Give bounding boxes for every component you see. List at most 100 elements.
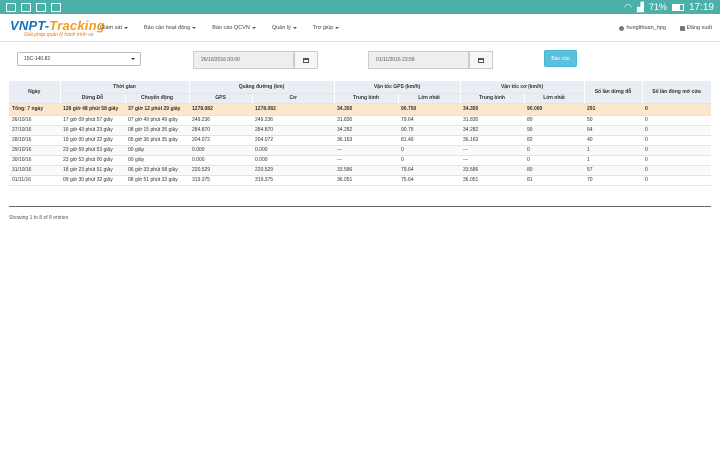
- logo-text: VNPT-: [10, 18, 50, 33]
- table-row: 29/10/16 23 giờ 59 phút 53 giây 00 giây 0.0…: [9, 145, 712, 156]
- table-cell: ---: [334, 155, 399, 166]
- table-cell: 90.750: [398, 103, 461, 116]
- table-cell: 82: [524, 135, 585, 146]
- table-cell: 31/10/16: [9, 165, 60, 176]
- menu-help[interactable]: Trợ giúp: [313, 25, 340, 31]
- table-cell: 34.350: [334, 103, 399, 116]
- table-cell: 01/11/16: [9, 175, 60, 186]
- col-gps-avg[interactable]: Trung bình: [334, 93, 399, 104]
- table-cell: 0: [642, 103, 712, 116]
- table-cell: 00 giây: [125, 145, 190, 156]
- menu-qcvn-report[interactable]: Báo cáo QCVN: [212, 25, 256, 31]
- table-cell: 37 giờ 12 phút 29 giây: [125, 103, 190, 116]
- table-cell: ---: [334, 145, 399, 156]
- table-cell: 249.236: [252, 115, 335, 126]
- table-cell: 1: [584, 145, 643, 156]
- table-cell: 79.64: [398, 115, 461, 126]
- table-cell: 34.282: [334, 125, 399, 136]
- from-date-calendar-button[interactable]: [294, 51, 318, 69]
- menu-management[interactable]: Quản lý: [272, 25, 297, 31]
- table-cell: 284.870: [252, 125, 335, 136]
- chevron-down-icon: [131, 58, 135, 60]
- col-gps-distance[interactable]: GPS: [189, 93, 253, 104]
- table-cell: 319.375: [252, 175, 335, 186]
- logout-link[interactable]: Đăng xuất: [679, 25, 712, 31]
- logout-label: Đăng xuất: [686, 25, 712, 31]
- user-icon: [619, 25, 625, 31]
- col-group-distance: Quãng đường (km): [189, 81, 335, 94]
- col-stopped[interactable]: Dừng Đỗ: [60, 93, 126, 104]
- table-cell: 0.000: [252, 155, 335, 166]
- to-date-calendar-button[interactable]: [469, 51, 493, 69]
- col-mech-max[interactable]: Lớn nhất: [524, 93, 585, 104]
- from-date-value: 26/10/2016 00:00: [201, 57, 240, 63]
- col-moving[interactable]: Chuyển động: [125, 93, 190, 104]
- menu-monitoring[interactable]: Giám sát: [100, 25, 129, 31]
- table-row: 30/10/16 23 giờ 53 phút 00 giây 00 giây 0.0…: [9, 155, 712, 166]
- col-date[interactable]: Ngày: [9, 81, 61, 104]
- col-stops[interactable]: Số lần dừng đỗ: [584, 81, 643, 104]
- col-door[interactable]: Số lần đóng mở cửa: [642, 81, 712, 104]
- table-cell: 0.000: [189, 145, 253, 156]
- table-cell: 0: [642, 155, 712, 166]
- table-cell: 0.000: [189, 155, 253, 166]
- table-cell: 128 giờ 48 phút 58 giây: [60, 103, 125, 116]
- message-notification-icon: [21, 2, 31, 12]
- vehicle-select-value: 15C-140.82: [24, 56, 51, 62]
- table-cell: 31.830: [334, 115, 399, 126]
- main-menu: Giám sát Báo cáo hoạt động Báo cáo QCVN …: [100, 14, 340, 42]
- logo-slogan: Giải pháp quản lý hành trình xe: [24, 32, 94, 38]
- table-cell: 291: [584, 103, 643, 116]
- table-cell: 06 giờ 33 phút 58 giây: [125, 165, 190, 176]
- table-cell: 08 giờ 15 phút 35 giây: [125, 125, 190, 136]
- chevron-down-icon: [124, 27, 129, 29]
- table-cell: 09 giờ 30 phút 32 giây: [60, 175, 125, 186]
- col-mech-distance[interactable]: Cơ: [252, 93, 335, 104]
- table-cell: 23 giờ 53 phút 00 giây: [60, 155, 125, 166]
- table-cell: 64: [584, 125, 643, 136]
- table-cell: 284.870: [189, 125, 253, 136]
- user-name: hunglthuan_hpg: [626, 25, 666, 31]
- user-account-link[interactable]: hunglthuan_hpg: [619, 25, 666, 31]
- to-date-input[interactable]: 01/11/2016 23:59: [368, 51, 469, 69]
- vehicle-select[interactable]: 15C-140.82: [17, 52, 141, 66]
- table-bottom-border: [9, 206, 711, 207]
- table-cell: 0: [524, 155, 585, 166]
- table-cell: 0: [642, 125, 712, 136]
- table-cell: 36.163: [334, 135, 399, 146]
- table-cell: 57: [584, 165, 643, 176]
- screenshot-notification-icon: [36, 2, 46, 12]
- logout-icon: [679, 25, 685, 31]
- table-cell: 0: [642, 115, 712, 126]
- table-cell: 50: [584, 115, 643, 126]
- table-cell: 90: [524, 125, 585, 136]
- report-button[interactable]: Báo cáo: [544, 50, 577, 67]
- col-mech-avg[interactable]: Trung bình: [460, 93, 525, 104]
- table-cell: 29/10/16: [9, 145, 60, 156]
- clock: 17:19: [688, 1, 714, 13]
- table-cell: 70: [584, 175, 643, 186]
- col-group-mech-speed: Vận tốc cơ (km/h): [460, 81, 585, 94]
- table-cell: 1: [584, 155, 643, 166]
- col-gps-max[interactable]: Lớn nhất: [398, 93, 461, 104]
- table-cell: 220.529: [189, 165, 253, 176]
- table-cell: 33.586: [460, 165, 525, 176]
- table-cell: 220.529: [252, 165, 335, 176]
- table-cell: 30/10/16: [9, 155, 60, 166]
- app-logo[interactable]: VNPT-Tracking Giải pháp quản lý hành trì…: [10, 18, 105, 38]
- table-cell: 40: [584, 135, 643, 146]
- chevron-down-icon: [292, 27, 297, 29]
- from-date-input[interactable]: 26/10/2016 00:00: [193, 51, 294, 69]
- battery-icon: [671, 3, 684, 11]
- table-cell: 81.49: [398, 135, 461, 146]
- table-cell: 31.830: [460, 115, 525, 126]
- col-group-gps-speed: Vận tốc GPS (km/h): [334, 81, 461, 94]
- menu-activity-report[interactable]: Báo cáo hoạt động: [144, 25, 197, 31]
- chevron-down-icon: [192, 27, 197, 29]
- table-row: 27/10/16 16 giờ 43 phút 23 giây 08 giờ 15 …: [9, 125, 712, 136]
- to-date-value: 01/11/2016 23:59: [376, 57, 415, 63]
- report-filters: 15C-140.82 26/10/2016 00:00 01/11/2016 2…: [0, 50, 720, 72]
- table-cell: 75.64: [398, 175, 461, 186]
- table-cell: 26/10/16: [9, 115, 60, 126]
- wifi-icon: ◠: [624, 1, 633, 12]
